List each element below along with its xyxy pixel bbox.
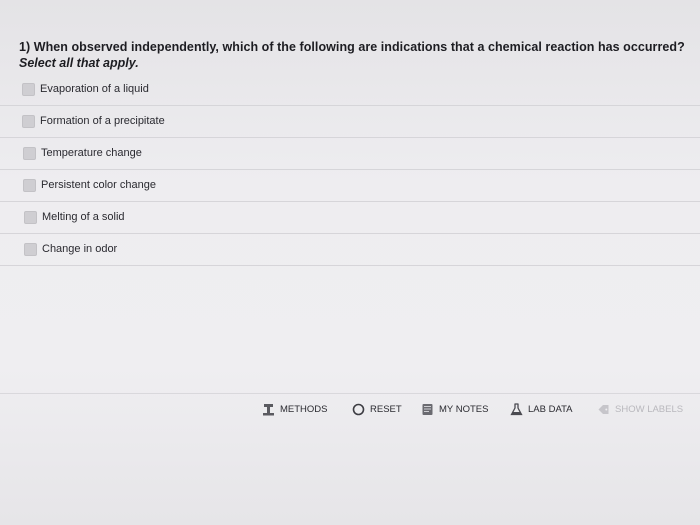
methods-button[interactable]: METHODS [262,403,328,416]
option-temperature[interactable]: Temperature change [0,138,700,170]
reset-button[interactable]: RESET [352,403,402,416]
beaker-icon [510,403,523,416]
option-label: Temperature change [41,147,142,159]
circle-reset-icon [352,403,365,416]
checkbox[interactable] [23,147,36,160]
show-labels-button[interactable]: SHOW LABELS [597,403,683,416]
option-melting[interactable]: Melting of a solid [0,202,700,234]
question-title: 1) When observed independently, which of… [19,40,685,54]
reset-label: RESET [370,404,402,415]
option-label: Formation of a precipitate [40,115,165,127]
lab-data-button[interactable]: LAB DATA [510,403,573,416]
option-label: Persistent color change [41,179,156,191]
option-evaporation[interactable]: Evaporation of a liquid [0,74,700,106]
my-notes-button[interactable]: MY NOTES [421,403,488,416]
option-label: Evaporation of a liquid [40,83,149,95]
notepad-icon [422,404,433,415]
checkbox[interactable] [22,115,35,128]
checkbox[interactable] [22,83,35,96]
checkbox[interactable] [24,243,37,256]
question-block: 1) When observed independently, which of… [19,40,695,71]
option-odor[interactable]: Change in odor [0,234,700,266]
option-label: Change in odor [42,243,118,255]
option-label: Melting of a solid [42,211,125,223]
question-instruction: Select all that apply. [19,56,139,70]
lab-data-label: LAB DATA [528,404,573,415]
checkbox[interactable] [24,211,37,224]
option-precipitate[interactable]: Formation of a precipitate [0,106,700,138]
show-labels-label: SHOW LABELS [615,404,684,415]
tag-icon [598,405,609,414]
option-color-change[interactable]: Persistent color change [0,170,700,202]
flask-stand-icon [263,404,274,416]
checkbox[interactable] [23,179,36,192]
my-notes-label: MY NOTES [439,404,489,415]
methods-label: METHODS [280,404,328,415]
answer-options: Evaporation of a liquid Formation of a p… [0,74,700,266]
bottom-toolbar: METHODS RESET MY NOTES LAB DATA SHOW LAB… [0,393,700,426]
